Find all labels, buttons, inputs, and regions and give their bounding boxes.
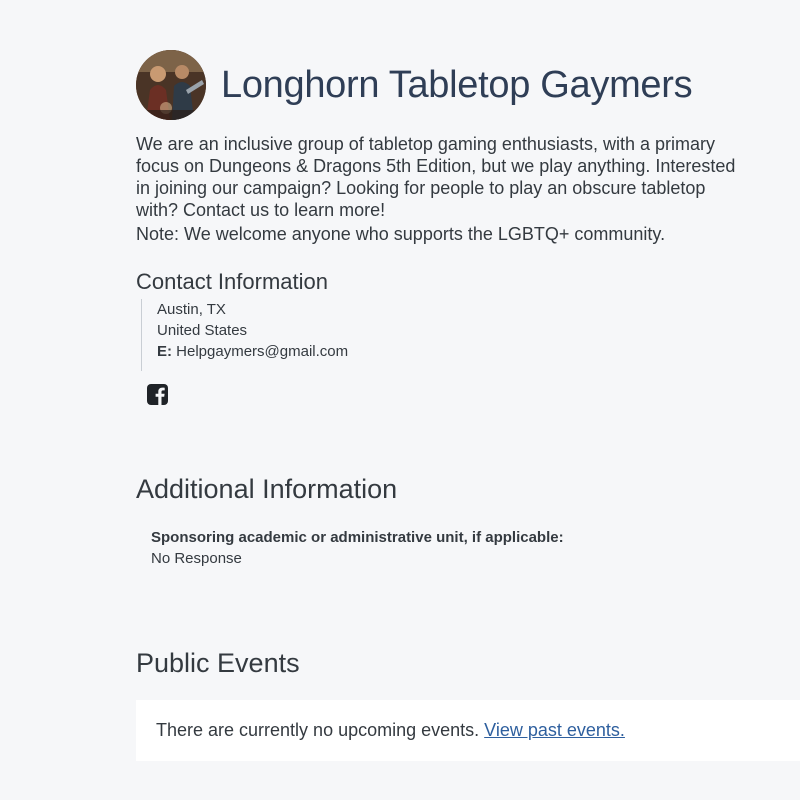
email-label: E: [157,343,172,360]
no-events-text: There are currently no upcoming events. [156,720,480,740]
view-past-events-link[interactable]: View past events. [484,720,625,741]
events-section-title: Public Events [136,648,300,678]
sponsor-answer: No Response [151,550,242,567]
events-panel: There are currently no upcoming events. … [136,700,800,761]
contact-country: United States [157,322,248,339]
sponsor-question: Sponsoring academic or administrative un… [151,529,564,546]
contact-email-row: E: Helpgaymers@gmail.com [157,341,348,362]
additional-details: Sponsoring academic or administrative un… [151,527,564,569]
contact-city: Austin, TX [157,301,226,318]
additional-section-title: Additional Information [136,474,398,504]
contact-email[interactable]: Helpgaymers@gmail.com [176,343,348,360]
org-header: Longhorn Tabletop Gaymers [136,41,693,130]
org-avatar [136,50,206,121]
contact-details: Austin, TX United States E: Helpgaymers@… [141,299,348,371]
contact-section-title: Contact Information [136,269,328,294]
description-note: Note: We welcome anyone who supports the… [136,224,666,244]
page-title: Longhorn Tabletop Gaymers [221,64,693,107]
organization-page: Longhorn Tabletop Gaymers We are an incl… [0,0,800,800]
group-avatar-image [136,50,206,121]
org-description: We are an inclusive group of tabletop ga… [136,133,736,245]
description-text: We are an inclusive group of tabletop ga… [136,134,736,220]
facebook-icon[interactable] [147,384,168,405]
